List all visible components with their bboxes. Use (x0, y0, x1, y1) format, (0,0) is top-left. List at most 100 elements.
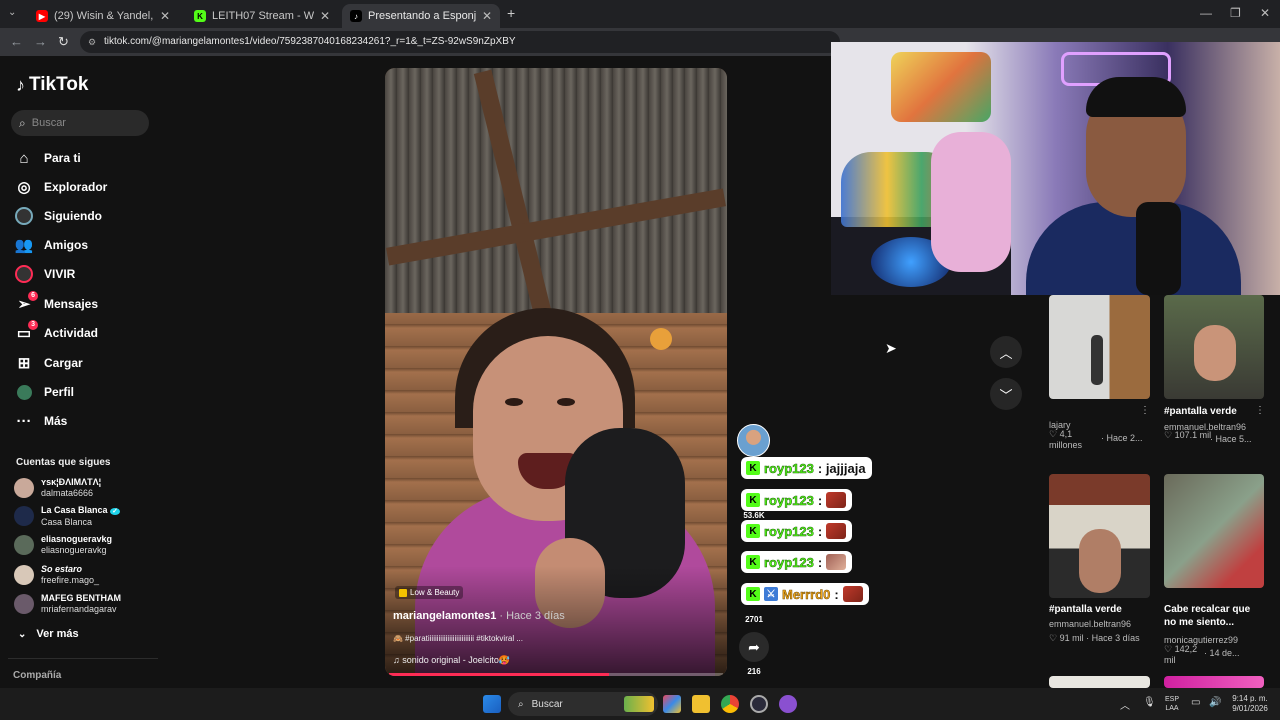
webcam-microphone (1136, 202, 1181, 295)
video-music[interactable]: ♫ sonido original - Joelcito🥵 (393, 655, 510, 666)
video-progress-bar[interactable] (389, 673, 723, 676)
tray-chevron-icon[interactable]: ︿ (1120, 697, 1130, 712)
tiktok-icon: ♪ (350, 10, 362, 22)
video-author[interactable]: mariangelamontes1 · Hace 3 días (393, 610, 565, 622)
tiktok-logo[interactable]: ♪ TikTok (16, 74, 88, 96)
account-name: So estaro (41, 564, 83, 574)
chrome-icon[interactable] (721, 695, 739, 713)
maximize-icon[interactable]: ❐ (1230, 6, 1241, 20)
previous-video-button[interactable]: ︿ (990, 336, 1022, 368)
effect-tag[interactable]: Low & Beauty (395, 586, 464, 599)
close-tab-icon[interactable]: ✕ (154, 9, 170, 23)
comment-count: 2701 (745, 615, 763, 624)
related-video-stats: ♡ 91 mil · Hace 3 días (1049, 633, 1140, 643)
video-caption[interactable]: 🙈 #paratiiiiiiiiiiiiiiiiiiiiiiiiii #tikt… (393, 634, 523, 643)
taskbar-search-placeholder: Buscar (531, 698, 563, 710)
webcam-person-hair (1086, 77, 1186, 117)
sidebar-item-siguiendo[interactable]: Siguiendo (14, 205, 102, 227)
site-info-icon[interactable]: ⚙ (88, 31, 96, 53)
sidebar-item-label: Actividad (44, 326, 99, 340)
search-icon: ⌕ (518, 698, 524, 710)
more-options-icon[interactable]: ⋮ (1255, 405, 1265, 416)
related-video-title[interactable]: #pantalla verde (1164, 405, 1237, 418)
close-window-icon[interactable]: ✕ (1260, 6, 1270, 20)
steam-icon[interactable] (750, 695, 768, 713)
close-tab-icon[interactable]: ✕ (314, 9, 330, 23)
sidebar-item-label: VIVIR (44, 267, 76, 281)
sidebar-item-actividad[interactable]: ▭ 3 Actividad (14, 320, 99, 344)
following-account[interactable]: eliasnogueravkg eliasnogueravkg (14, 532, 154, 558)
sidebar-item-mensajes[interactable]: ➢ 6 Mensajes (14, 291, 99, 315)
tab-title: (29) Wisin & Yandel, Daddy Yan (54, 10, 154, 22)
sidebar-item-explorador[interactable]: ◎ Explorador (14, 176, 107, 198)
account-handle: dalmata6666 (41, 488, 94, 498)
kick-badge-icon: K (746, 493, 760, 507)
taskbar-search-input[interactable]: ⌕ Buscar (508, 692, 658, 716)
like-count: 53.6K (743, 511, 765, 520)
tab-tiktok[interactable]: ♪ Presentando a Esponjita: Mi Nu ✕ (342, 4, 500, 28)
video-player[interactable]: Low & Beauty mariangelamontes1 · Hace 3 … (385, 68, 727, 676)
volume-icon[interactable]: 🔊 (1209, 697, 1221, 708)
company-link[interactable]: Compañía (13, 670, 61, 681)
kick-badge-icon: K (746, 524, 760, 538)
activity-badge: 3 (28, 320, 38, 330)
see-more-button[interactable]: ⌄ Ver más (18, 623, 79, 645)
related-video-title[interactable]: #pantalla verde (1049, 603, 1122, 616)
share-button[interactable]: ➦ (739, 632, 769, 662)
microphone-icon[interactable]: 🎙 (1143, 697, 1156, 708)
sidebar-item-cargar[interactable]: ⊞ Cargar (14, 352, 83, 374)
sidebar-item-perfil[interactable]: Perfil (14, 381, 74, 403)
account-handle: mriafernandagarav (41, 604, 117, 614)
language-code: ESP (1164, 696, 1179, 703)
angry-emote-icon (826, 492, 847, 508)
sidebar-item-amigos[interactable]: 👥 Amigos (14, 234, 88, 256)
sidebar-item-label: Mensajes (44, 297, 99, 311)
network-icon[interactable]: ▭ (1191, 697, 1200, 708)
sidebar-item-vivir[interactable]: VIVIR (14, 263, 75, 285)
related-video-thumbnail[interactable] (1164, 676, 1264, 688)
file-explorer-icon[interactable] (692, 695, 710, 713)
sidebar-item-para-ti[interactable]: ⌂ Para ti (14, 147, 80, 169)
following-account[interactable]: MAFEG BENTHAM mriafernandagarav (14, 591, 154, 617)
sidebar-item-mas[interactable]: ··· Más (14, 410, 68, 432)
next-video-button[interactable]: ﹀ (990, 378, 1022, 410)
thumbnail-face (1194, 325, 1236, 381)
creator-avatar[interactable] (737, 424, 770, 457)
related-video-thumbnail[interactable] (1164, 295, 1264, 399)
avatar (14, 535, 34, 555)
related-video-thumbnail[interactable] (1049, 295, 1150, 399)
chevron-down-icon: ﹀ (999, 387, 1013, 403)
chevron-down-icon: ⌄ (18, 628, 27, 640)
language-indicator[interactable]: ESP LAA (1162, 695, 1182, 713)
clock[interactable]: 9:14 p. m. 9/01/2026 (1226, 694, 1274, 714)
related-video-thumbnail[interactable] (1049, 676, 1150, 688)
back-icon[interactable]: ← (10, 34, 23, 49)
related-video-thumbnail[interactable] (1049, 474, 1150, 598)
new-tab-button[interactable]: + (507, 5, 515, 21)
related-video-thumbnail[interactable] (1164, 474, 1264, 588)
related-video-date: 14 de... (1209, 648, 1240, 658)
messages-icon: ➢ 6 (14, 291, 38, 314)
related-video-author[interactable]: emmanuel.beltran96 (1049, 619, 1131, 630)
windows-start-icon[interactable] (483, 695, 501, 713)
tab-kick[interactable]: K LEITH07 Stream - Watch Live on ✕ (186, 4, 338, 28)
minimize-icon[interactable]: — (1200, 6, 1212, 20)
forward-icon[interactable]: → (34, 34, 47, 49)
store-icon[interactable] (663, 695, 681, 713)
tab-list-icon[interactable]: ⌄ (8, 7, 16, 18)
url-input[interactable]: ⚙ tiktok.com/@mariangelamontes1/video/75… (80, 31, 840, 53)
more-options-icon[interactable]: ⋮ (1140, 405, 1150, 416)
close-tab-icon[interactable]: ✕ (476, 9, 492, 23)
related-video-stats: ♡ 4,1 millones (1049, 429, 1099, 451)
chat-user: royp123 (764, 460, 814, 476)
app-icon[interactable] (779, 695, 797, 713)
search-input[interactable]: ⌕ Buscar (11, 110, 149, 136)
related-video-title[interactable]: Cabe recalcar que no me siento... (1164, 603, 1254, 629)
following-account[interactable]: ʏsᴋ¦ÐΛIMΛTΛ¦ dalmata6666 (14, 475, 154, 501)
account-name: La Casa Blanca (41, 504, 108, 515)
following-account[interactable]: La Casa Blanca ✓ Casa Blanca (14, 503, 154, 529)
reload-icon[interactable]: ↻ (58, 34, 69, 50)
video-frame-eye (557, 398, 575, 406)
tab-youtube[interactable]: ▶ (29) Wisin & Yandel, Daddy Yan ✕ (28, 4, 178, 28)
following-account[interactable]: So estaro freefire.mago_ (14, 562, 154, 588)
